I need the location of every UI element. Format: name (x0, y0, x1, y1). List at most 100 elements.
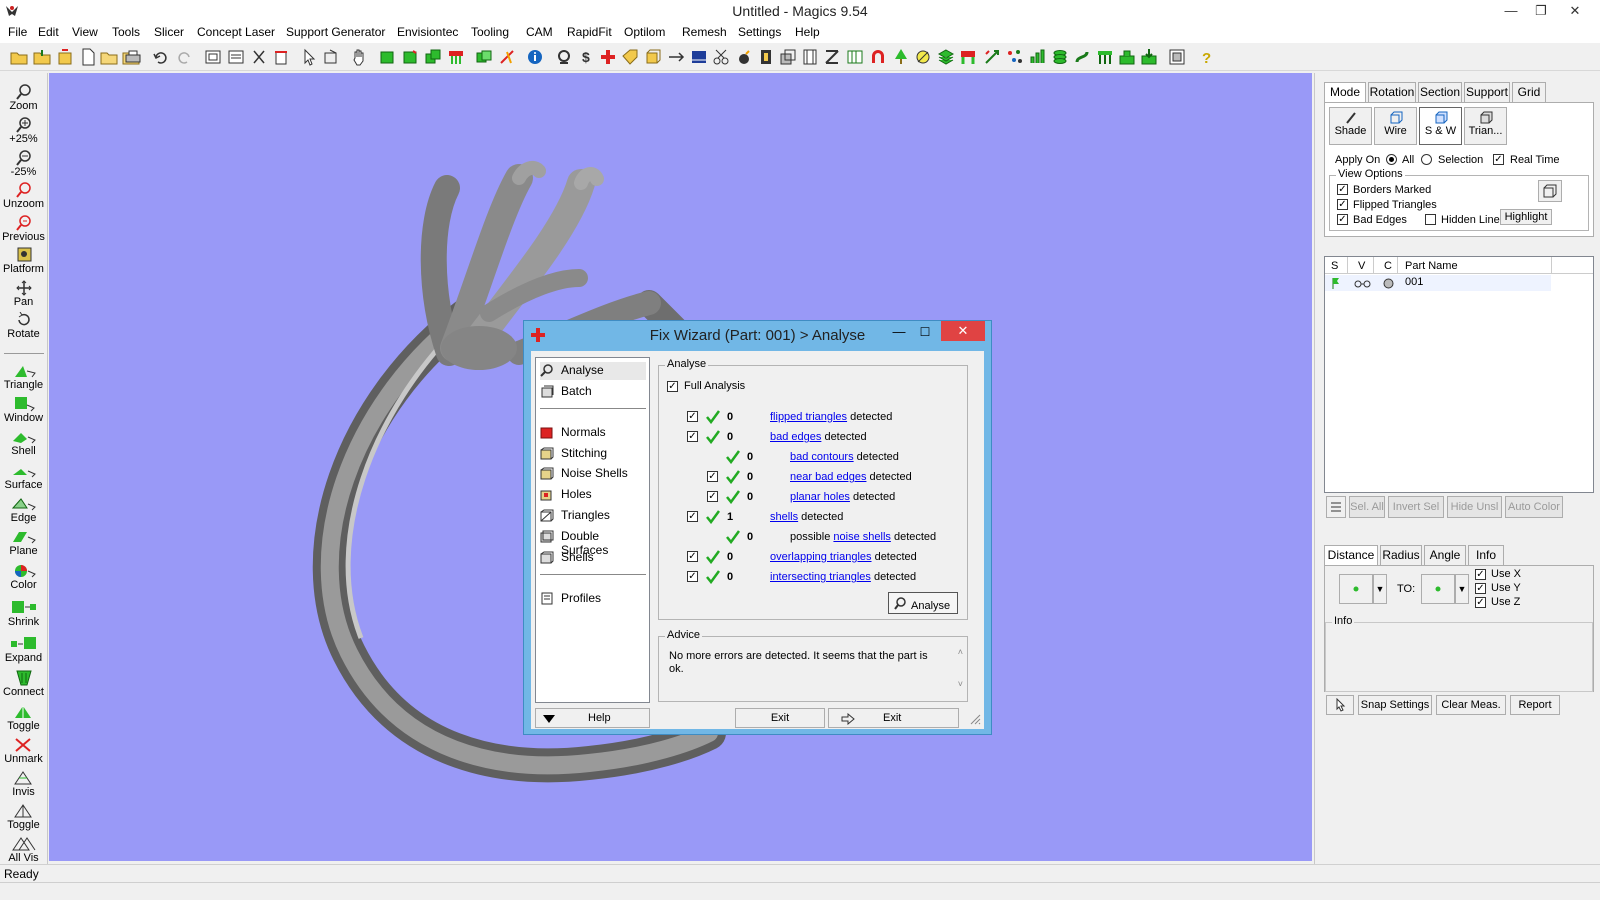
analysis-row-link[interactable]: noise shells (833, 531, 890, 543)
tab-distance[interactable]: Distance (1324, 545, 1378, 566)
menu-help[interactable]: Help (795, 25, 820, 39)
analysis-row-link[interactable]: overlapping triangles (770, 551, 872, 563)
analysis-row-checkbox[interactable]: ✓ (687, 511, 698, 522)
exit-button[interactable]: Exit (735, 708, 825, 728)
tool-pan[interactable]: Pan (0, 280, 47, 308)
hollow-icon[interactable] (757, 48, 775, 66)
analysis-row-link[interactable]: bad edges (770, 431, 821, 443)
select-pointer-icon[interactable] (300, 48, 318, 66)
wire-button[interactable]: Wire (1374, 107, 1417, 145)
tool-mark-triangle[interactable]: Triangle (0, 363, 47, 391)
chart-icon[interactable] (1028, 48, 1046, 66)
analysis-row-link[interactable]: near bad edges (790, 471, 866, 483)
build-plate-icon[interactable] (959, 48, 977, 66)
step-stitching[interactable]: Stitching (540, 445, 646, 463)
col-s[interactable]: S (1331, 260, 1338, 272)
menu-optilom[interactable]: Optilom (624, 25, 665, 39)
step-triangles[interactable]: Triangles (540, 507, 646, 525)
parts-list-menu-button[interactable] (1326, 496, 1346, 518)
shape-icon[interactable] (914, 48, 932, 66)
scissors-icon[interactable] (712, 48, 730, 66)
measure-pointer-button[interactable] (1326, 695, 1354, 715)
point-to-button[interactable] (1421, 574, 1455, 604)
col-part-name[interactable]: Part Name (1405, 260, 1458, 272)
save-support-icon[interactable] (1140, 48, 1158, 66)
bomb-icon[interactable] (735, 48, 753, 66)
dollar-icon[interactable]: $ (577, 48, 595, 66)
borders-marked-checkbox[interactable]: ✓ (1337, 184, 1348, 195)
label-icon[interactable] (621, 48, 639, 66)
menu-edit[interactable]: Edit (38, 25, 59, 39)
layers-icon[interactable] (937, 48, 955, 66)
point-from-button[interactable] (1339, 574, 1373, 604)
rotate-part-icon[interactable] (401, 48, 419, 66)
auto-color-button[interactable]: Auto Color (1505, 496, 1563, 518)
highlight-button[interactable]: Highlight (1500, 209, 1552, 225)
tool-mark-window[interactable]: Window (0, 396, 47, 424)
restore-button[interactable]: ❐ (1526, 0, 1556, 22)
selected-flag-icon[interactable] (1331, 277, 1341, 289)
export-support-icon[interactable] (1118, 48, 1136, 66)
tool-previous[interactable]: Previous (0, 215, 47, 243)
menu-file[interactable]: File (8, 25, 27, 39)
undo-icon[interactable] (152, 48, 170, 66)
view-cube-button[interactable] (1538, 180, 1562, 202)
apply-all-radio[interactable] (1386, 154, 1397, 165)
shade-and-wire-button[interactable]: S & W (1419, 107, 1462, 145)
tool-platform[interactable]: Platform (0, 247, 47, 275)
menu-view[interactable]: View (72, 25, 98, 39)
tool-zoom-out[interactable]: -25% (0, 150, 47, 178)
tab-section[interactable]: Section (1418, 82, 1462, 102)
tool-unmark[interactable]: Unmark (0, 737, 47, 765)
menu-tooling[interactable]: Tooling (471, 25, 509, 39)
analyse-button[interactable]: Analyse (888, 592, 958, 614)
triangle-reduce-icon[interactable] (846, 48, 864, 66)
boolean-icon[interactable] (475, 48, 493, 66)
analysis-row-link[interactable]: planar holes (790, 491, 850, 503)
load-part-icon[interactable] (56, 48, 74, 66)
tab-grid[interactable]: Grid (1512, 82, 1546, 102)
import-folder-icon[interactable] (33, 48, 51, 66)
step-batch[interactable]: Batch (540, 383, 646, 401)
cut-icon[interactable] (250, 48, 268, 66)
analysis-row-link[interactable]: flipped triangles (770, 411, 847, 423)
scatter-icon[interactable] (1006, 48, 1024, 66)
help-icon[interactable]: ? (1197, 48, 1215, 66)
menu-support-generator[interactable]: Support Generator (286, 25, 385, 39)
bad-edges-checkbox[interactable]: ✓ (1337, 214, 1348, 225)
tool-unzoom[interactable]: Unzoom (0, 182, 47, 210)
tool-mark-surface[interactable]: Surface (0, 463, 47, 491)
analysis-row-checkbox[interactable]: ✓ (687, 571, 698, 582)
analysis-row-checkbox[interactable]: ✓ (687, 551, 698, 562)
split-icon[interactable] (667, 48, 685, 66)
select-all-button[interactable]: Sel. All (1349, 496, 1385, 518)
triangle-mode-button[interactable]: Trian... (1464, 107, 1507, 145)
fix-wizard-icon[interactable] (378, 48, 396, 66)
tool-zoom-in[interactable]: +25% (0, 117, 47, 145)
duplicate-part-icon[interactable] (424, 48, 442, 66)
flipped-triangles-checkbox[interactable]: ✓ (1337, 199, 1348, 210)
tool-mark-shell[interactable]: Shell (0, 429, 47, 457)
step-double-surfaces[interactable]: Double Surfaces (540, 528, 646, 557)
analysis-row-checkbox[interactable]: ✓ (707, 491, 718, 502)
point-from-dropdown[interactable]: ▼ (1373, 574, 1387, 604)
menu-slicer[interactable]: Slicer (154, 25, 184, 39)
delete-icon[interactable] (272, 48, 290, 66)
tool-mark-color[interactable]: Color (0, 563, 47, 591)
invert-selection-button[interactable]: Invert Sel (1388, 496, 1444, 518)
tab-radius[interactable]: Radius (1380, 545, 1422, 565)
help-button[interactable]: Help (535, 708, 650, 728)
tool-invisible[interactable]: Invis (0, 770, 47, 798)
full-analysis-checkbox[interactable]: ✓ (667, 381, 678, 392)
open-icon[interactable] (100, 48, 118, 66)
step-shells[interactable]: Shells (540, 549, 646, 567)
clear-measurements-button[interactable]: Clear Meas. (1436, 695, 1506, 715)
step-holes[interactable]: Holes (540, 486, 646, 504)
col-v[interactable]: V (1358, 260, 1365, 272)
tool-expand[interactable]: Expand (0, 636, 47, 664)
cut-part-icon[interactable] (498, 48, 516, 66)
real-time-checkbox[interactable]: ✓ (1493, 154, 1504, 165)
col-c[interactable]: C (1384, 260, 1392, 272)
menu-tools[interactable]: Tools (112, 25, 140, 39)
support-icon[interactable] (447, 48, 465, 66)
